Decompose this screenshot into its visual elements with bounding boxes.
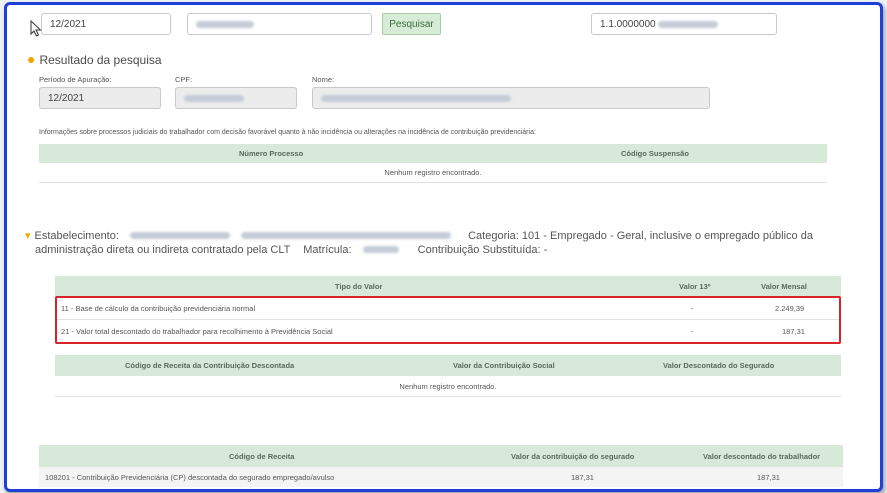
bullet-icon: ▾ <box>25 230 31 242</box>
receita-descontada-header: Código de Receita da Contribuição Descon… <box>55 355 841 376</box>
header-valor-contribuicao-social: Valor da Contribuição Social <box>453 361 555 370</box>
estabelecimento-label: Estabelecimento: <box>34 230 119 242</box>
header-valor-descontado-trabalhador: Valor descontado do trabalhador <box>703 451 821 461</box>
cpf-readonly <box>175 87 297 109</box>
identificador-value: 1.1.0000000 <box>600 18 656 30</box>
estabelecimento-block: ▾ Estabelecimento: Categoria: 101 - Empre… <box>25 229 835 257</box>
redacted-estabelecimento <box>129 232 230 239</box>
processos-info-text: Informações sobre processos judiciais do… <box>39 129 536 136</box>
categoria-text: Categoria: 101 - Empregado - Geral, incl… <box>468 230 813 242</box>
header-valor-mensal: Valor Mensal <box>761 281 807 291</box>
receita-table-header: Código de Receita Valor da contribuição … <box>39 445 843 467</box>
processos-empty-row: Nenhum registro encontrado. <box>39 163 827 183</box>
processos-table-header: Número Processo Código Suspensão <box>39 144 827 163</box>
pesquisar-button[interactable]: Pesquisar <box>382 13 441 35</box>
redacted-matricula <box>362 246 399 253</box>
header-valor-contribuicao-segurado: Valor da contribuição do segurado <box>511 451 635 461</box>
highlight-box <box>55 296 841 344</box>
periodo-input-value: 12/2021 <box>50 18 87 30</box>
periodo-label: Período de Apuração: <box>39 75 112 84</box>
header-tipo-valor: Tipo do Valor <box>335 281 383 291</box>
contribuicao-substituida-text: Contribuição Substituída: - <box>417 244 548 256</box>
bullet-icon: ● <box>27 51 36 67</box>
header-codigo-suspensao: Código Suspensão <box>621 149 689 158</box>
table-row: 108201 - Contribuição Previdenciária (CP… <box>39 467 843 487</box>
redacted-lotacao <box>241 232 452 239</box>
valores-table-header: Tipo do Valor Valor 13º Valor Mensal <box>55 276 841 296</box>
header-numero-processo: Número Processo <box>239 149 304 158</box>
estabelecimento-line2: administração direta ou indireta contrat… <box>35 244 291 256</box>
redacted-cpf-value <box>184 94 244 102</box>
page-frame: 12/2021 Pesquisar 1.1.0000000 ● Resultado… <box>4 2 883 492</box>
header-valor-descontado-segurado: Valor Descontado do Segurado <box>663 361 775 370</box>
nome-readonly <box>312 87 710 109</box>
redacted-identificador <box>657 20 718 28</box>
periodo-readonly: 12/2021 <box>39 87 161 109</box>
receita-descontada-empty-row: Nenhum registro encontrado. <box>55 376 841 397</box>
nome-label: Nome: <box>312 75 335 84</box>
mouse-cursor-icon <box>30 20 42 37</box>
redacted-nome-value <box>321 94 511 102</box>
redacted-cpf <box>196 20 254 28</box>
cpf-input[interactable] <box>187 13 372 35</box>
header-codigo-receita-descontada: Código de Receita da Contribuição Descon… <box>125 361 295 370</box>
matricula-label: Matrícula: <box>303 244 352 256</box>
header-codigo-receita: Código de Receita <box>229 451 295 461</box>
header-valor-13: Valor 13º <box>679 281 711 291</box>
identificador-input[interactable]: 1.1.0000000 <box>591 13 777 35</box>
resultado-section-title: ● Resultado da pesquisa <box>27 51 162 67</box>
periodo-input[interactable]: 12/2021 <box>41 13 171 35</box>
cpf-label: CPF: <box>175 75 193 84</box>
